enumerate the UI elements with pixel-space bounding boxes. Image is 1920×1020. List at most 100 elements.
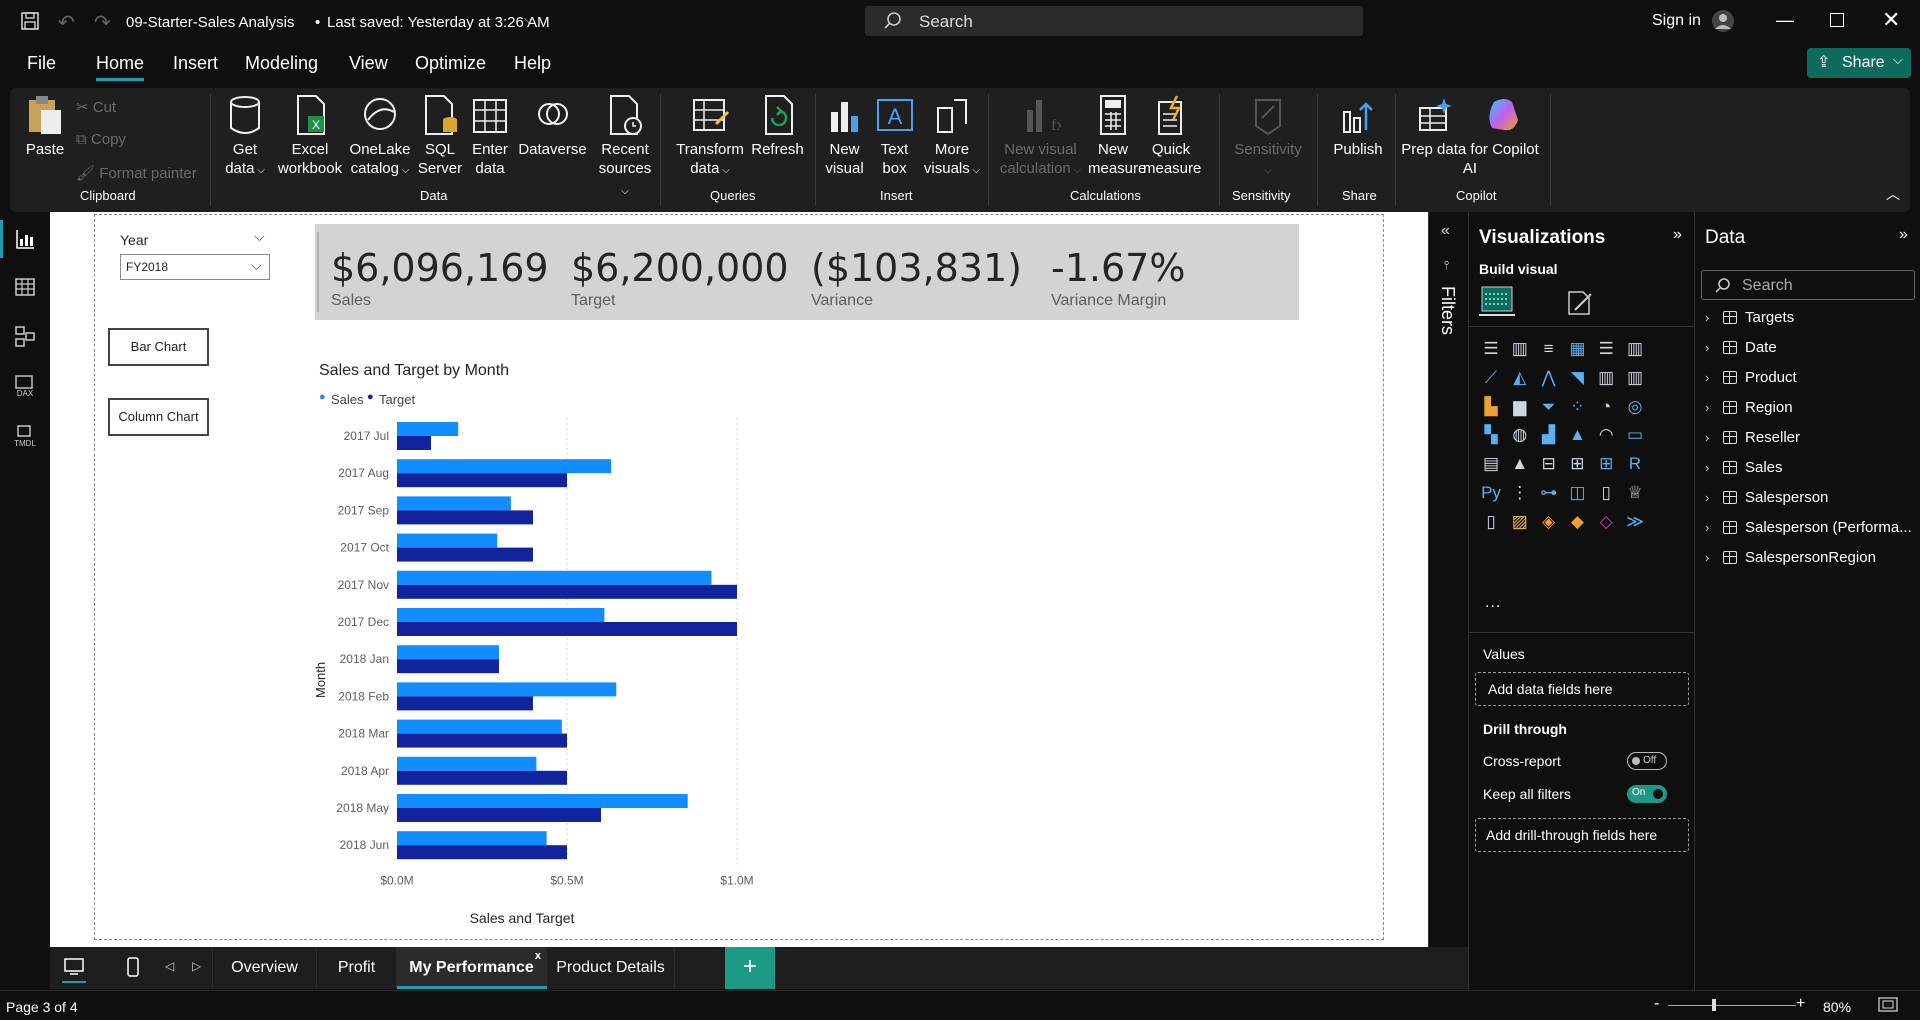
line-column-chart-icon[interactable]: ▥: [1594, 366, 1618, 390]
funnel-chart-icon[interactable]: ⏷: [1537, 395, 1561, 419]
bar-sales[interactable]: [397, 719, 562, 734]
collapse-data-icon[interactable]: »: [1899, 226, 1908, 244]
zoom-slider-thumb[interactable]: [1712, 999, 1716, 1011]
bar-sales[interactable]: [397, 756, 537, 771]
tmdl-view-icon[interactable]: TMDL: [10, 424, 40, 448]
copy-button[interactable]: ⧉ Copy: [76, 131, 126, 148]
menu-file[interactable]: File: [27, 53, 56, 74]
kpi-icon[interactable]: ▲: [1508, 452, 1532, 476]
bar-target[interactable]: [397, 584, 737, 599]
sales-target-chart[interactable]: Sales and Target by Month ● Sales ● Targ…: [313, 342, 835, 926]
filters-pane[interactable]: « ⫯ Filters: [1428, 212, 1468, 947]
bar-sales[interactable]: [397, 533, 498, 548]
data-search-input[interactable]: Search: [1701, 270, 1915, 300]
redo-icon[interactable]: ↷: [94, 10, 111, 35]
collapse-visualizations-icon[interactable]: »: [1673, 226, 1682, 244]
table-icon[interactable]: ⊞: [1565, 452, 1589, 476]
new-visual-calculation-button[interactable]: fx New visual calculation ⌵: [998, 94, 1083, 180]
bar-sales[interactable]: [397, 794, 688, 808]
new-measure-button[interactable]: New measure: [1088, 94, 1146, 178]
area-chart-icon[interactable]: ◭: [1508, 366, 1532, 390]
table-item[interactable]: › Sales: [1705, 454, 1783, 480]
table-item[interactable]: › Reseller: [1705, 424, 1800, 450]
publish-button[interactable]: Publish: [1328, 94, 1388, 159]
bar-target[interactable]: [397, 659, 499, 674]
stacked-column-chart-icon[interactable]: ▥: [1508, 337, 1532, 361]
expand-chevron-icon[interactable]: ›: [1705, 370, 1721, 385]
minimize-icon[interactable]: —: [1776, 10, 1794, 31]
menu-help[interactable]: Help: [514, 53, 551, 74]
bar-target[interactable]: [397, 696, 533, 711]
stacked-area-chart-icon[interactable]: ⋀: [1537, 366, 1561, 390]
get-data-button[interactable]: Get data ⌵: [220, 94, 270, 180]
line-stacked-column-icon[interactable]: ▥: [1623, 366, 1647, 390]
bar-sales[interactable]: [397, 570, 712, 585]
format-visual-icon[interactable]: [1565, 288, 1595, 316]
report-view-icon[interactable]: [14, 228, 36, 250]
slicer-dropdown[interactable]: FY2018 ⌵: [120, 254, 270, 280]
undo-icon[interactable]: ↶: [58, 10, 75, 35]
zoom-out-button[interactable]: -: [1654, 995, 1659, 1013]
arrows-visual-icon[interactable]: ≫: [1623, 510, 1647, 534]
menu-view[interactable]: View: [349, 53, 388, 74]
table-item[interactable]: › Salesperson (Performa...: [1705, 514, 1912, 540]
decomposition-tree-icon[interactable]: ⊶: [1537, 481, 1561, 505]
table-view-icon[interactable]: [14, 276, 36, 298]
more-visuals-button[interactable]: More visuals ⌵: [922, 94, 982, 180]
sql-server-button[interactable]: SQL Server: [415, 94, 465, 178]
table-item[interactable]: › Targets: [1705, 304, 1794, 330]
cut-button[interactable]: ✂ Cut: [76, 98, 116, 116]
slicer-chevron-down-icon[interactable]: ⌵: [254, 228, 265, 245]
bar-target[interactable]: [397, 510, 533, 525]
quick-measure-button[interactable]: Quick measure: [1143, 94, 1201, 178]
power-apps-icon[interactable]: ◈: [1537, 510, 1561, 534]
model-view-icon[interactable]: [14, 325, 36, 347]
power-automate-icon[interactable]: ◆: [1565, 510, 1589, 534]
bar-sales[interactable]: [397, 831, 547, 846]
diamond-visual-icon[interactable]: ◇: [1594, 510, 1618, 534]
filled-map-icon[interactable]: ▟: [1537, 423, 1561, 447]
scatter-chart-icon[interactable]: ⁘: [1565, 395, 1589, 419]
table-item[interactable]: › Date: [1705, 334, 1777, 360]
collapse-ribbon-icon[interactable]: ︿: [1886, 184, 1900, 204]
bar-sales[interactable]: [397, 682, 617, 697]
enter-data-button[interactable]: Enter data: [465, 94, 515, 178]
format-painter-button[interactable]: 🖌 Format painter: [76, 164, 197, 182]
stacked-bar-chart-icon[interactable]: ☰: [1479, 337, 1503, 361]
azure-map-icon[interactable]: ▲: [1565, 423, 1589, 447]
recent-sources-button[interactable]: Recent sources ⌵: [595, 94, 655, 201]
excel-workbook-button[interactable]: X Excel workbook: [275, 94, 345, 178]
bar-target[interactable]: [397, 770, 567, 785]
bar-sales[interactable]: [397, 608, 605, 622]
bar-target[interactable]: [397, 622, 737, 636]
tab-profit[interactable]: Profit: [317, 947, 397, 989]
title-chevron-down-icon[interactable]: ⌵: [524, 11, 534, 27]
metrics-icon[interactable]: ▨: [1508, 510, 1532, 534]
slicer-icon[interactable]: ⊟: [1537, 452, 1561, 476]
donut-chart-icon[interactable]: ◎: [1623, 395, 1647, 419]
bar-target[interactable]: [397, 808, 601, 822]
more-visuals-icon[interactable]: ...: [1485, 594, 1501, 612]
expand-chevron-icon[interactable]: ›: [1705, 340, 1721, 355]
close-tab-icon[interactable]: x: [535, 935, 541, 977]
table-item[interactable]: › Product: [1705, 364, 1797, 390]
paginated-report-icon[interactable]: ▯: [1594, 481, 1618, 505]
card-icon[interactable]: ▭: [1623, 423, 1647, 447]
expand-filters-icon[interactable]: «: [1441, 222, 1450, 240]
bar-target[interactable]: [397, 436, 431, 450]
zoom-in-button[interactable]: +: [1796, 995, 1805, 1013]
expand-chevron-icon[interactable]: ›: [1705, 460, 1721, 475]
expand-chevron-icon[interactable]: ›: [1705, 550, 1721, 565]
transform-data-button[interactable]: Transform data ⌵: [670, 94, 750, 180]
add-page-button[interactable]: +: [725, 947, 775, 989]
bar-sales[interactable]: [397, 422, 459, 436]
map-icon[interactable]: ◍: [1508, 423, 1532, 447]
dax-query-view-icon[interactable]: DAX: [12, 374, 38, 398]
kpi-card[interactable]: $6,096,169 Sales $6,200,000 Target ($103…: [315, 224, 1299, 320]
refresh-button[interactable]: Refresh: [750, 94, 805, 159]
line-chart-icon[interactable]: ⟋: [1479, 366, 1503, 390]
values-drop-zone[interactable]: Add data fields here: [1475, 672, 1689, 706]
year-slicer[interactable]: Year ⌵ FY2018 ⌵: [120, 226, 270, 286]
expand-chevron-icon[interactable]: ›: [1705, 490, 1721, 505]
text-box-button[interactable]: A Text box: [872, 94, 917, 178]
